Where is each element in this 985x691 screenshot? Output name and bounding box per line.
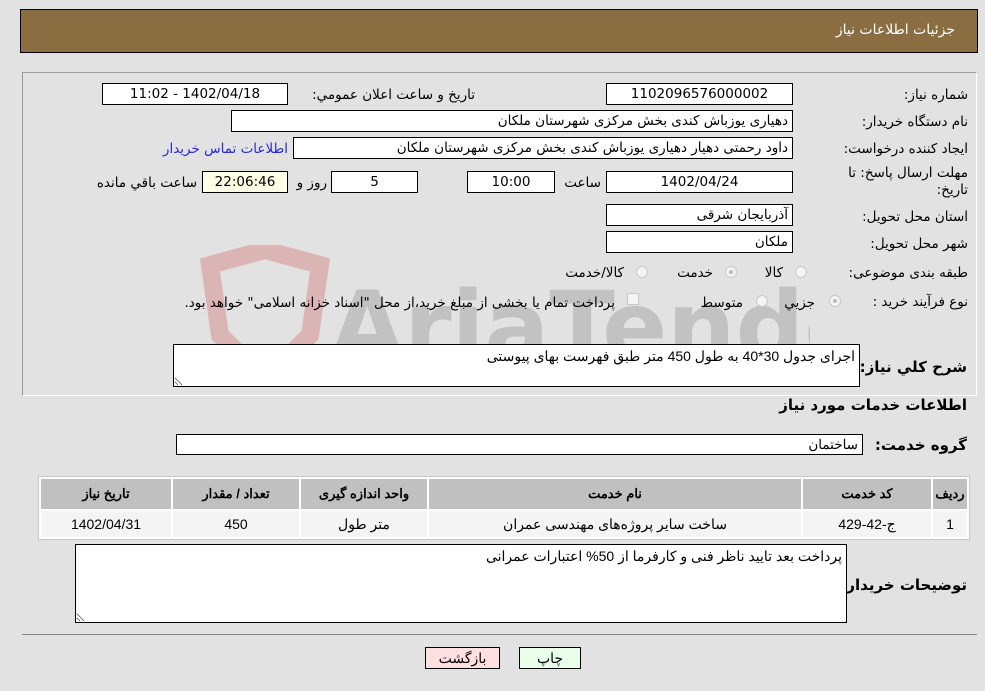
announce-label: تاریخ و ساعت اعلان عمومي:: [312, 87, 475, 103]
buyer-notes-label: توضیحات خریدار:: [840, 576, 967, 594]
city-field[interactable]: ملکان: [606, 231, 793, 253]
remaining-label: ساعت باقي مانده: [96, 175, 197, 191]
page-title: جزئیات اطلاعات نیاز: [835, 22, 955, 38]
need-number-field[interactable]: 1102096576000002: [606, 83, 793, 105]
deadline-time-field[interactable]: 10:00: [467, 171, 555, 193]
print-button[interactable]: چاپ: [519, 647, 581, 669]
category-option-goods-service: کالا/خدمت: [565, 265, 624, 281]
province-label: استان محل تحویل:: [862, 209, 968, 225]
cell-need-date: 1402/04/31: [41, 511, 171, 537]
remaining-time-field[interactable]: 22:06:46: [202, 171, 288, 193]
category-option-goods: کالا: [764, 265, 783, 281]
services-table: ردیف کد خدمت نام خدمت واحد اندازه گیری ت…: [38, 476, 970, 540]
col-header-row-number: ردیف: [933, 479, 967, 509]
treasury-note: پرداخت تمام یا بخشی از مبلغ خرید،از محل …: [184, 295, 615, 311]
description-label: شرح کلي نیاز:: [859, 358, 967, 376]
process-type-label: نوع فرآیند خرید :: [872, 294, 968, 310]
days-label: روز و: [296, 175, 327, 191]
category-label: طبقه بندی موضوعی:: [848, 265, 968, 281]
col-header-service-code: کد خدمت: [803, 479, 931, 509]
treasury-checkbox[interactable]: [627, 293, 639, 305]
cell-quantity: 450: [173, 511, 299, 537]
process-radio-medium[interactable]: [756, 295, 768, 307]
service-group-field[interactable]: ساختمان: [176, 434, 863, 455]
deadline-date-field[interactable]: 1402/04/24: [606, 171, 793, 193]
city-label: شهر محل تحویل:: [870, 236, 968, 252]
col-header-unit: واحد اندازه گیری: [301, 479, 427, 509]
deadline-time-label: ساعت: [564, 175, 601, 191]
service-group-label: گروه خدمت:: [874, 436, 967, 454]
province-field[interactable]: آذربایجان شرقی: [606, 204, 793, 226]
category-radio-service[interactable]: [725, 266, 737, 278]
table-header-row: ردیف کد خدمت نام خدمت واحد اندازه گیری ت…: [41, 479, 967, 509]
cell-row-number: 1: [933, 511, 967, 537]
days-remaining-field[interactable]: 5: [331, 171, 418, 193]
announce-datetime-field[interactable]: 1402/04/18 - 11:02: [102, 83, 288, 105]
table-row: 1 ج-42-429 ساخت سایر پروژه‌های مهندسی عم…: [41, 511, 967, 537]
category-radio-goods[interactable]: [795, 266, 807, 278]
cell-unit: متر طول: [301, 511, 427, 537]
category-option-service: خدمت: [677, 265, 713, 281]
buyer-org-label: نام دستگاه خریدار:: [861, 114, 968, 130]
requester-label: ایجاد کننده درخواست:: [843, 141, 968, 157]
description-textarea[interactable]: اجرای جدول 30*40 به طول 450 متر طبق فهرس…: [173, 344, 860, 387]
buyer-contact-link[interactable]: اطلاعات تماس خریدار: [163, 141, 288, 157]
need-number-label: شماره نیاز:: [903, 87, 968, 103]
col-header-need-date: تاریخ نیاز: [41, 479, 171, 509]
services-section-title: اطلاعات خدمات مورد نیاز: [779, 396, 967, 414]
buyer-org-field[interactable]: دهیاری یوزباش کندی بخش مرکزی شهرستان ملک…: [231, 110, 793, 132]
col-header-quantity: تعداد / مقدار: [173, 479, 299, 509]
cell-service-code: ج-42-429: [803, 511, 931, 537]
deadline-label: مهلت ارسال پاسخ: تا تاریخ:: [848, 165, 968, 198]
requester-field[interactable]: داود رحمتی دهیار دهیاری یوزباش کندی بخش …: [293, 137, 793, 159]
back-button[interactable]: بازگشت: [425, 647, 500, 669]
process-option-medium: متوسط: [700, 295, 743, 311]
category-radio-goods-service[interactable]: [636, 266, 648, 278]
process-option-minor: جزیي: [784, 295, 815, 311]
col-header-service-name: نام خدمت: [429, 479, 801, 509]
process-radio-minor[interactable]: [829, 295, 841, 307]
buyer-notes-textarea[interactable]: پرداخت بعد تایید ناظر فنی و کارفرما از 5…: [75, 544, 847, 623]
cell-service-name: ساخت سایر پروژه‌های مهندسی عمران: [429, 511, 801, 537]
page-header: جزئیات اطلاعات نیاز: [20, 9, 978, 53]
